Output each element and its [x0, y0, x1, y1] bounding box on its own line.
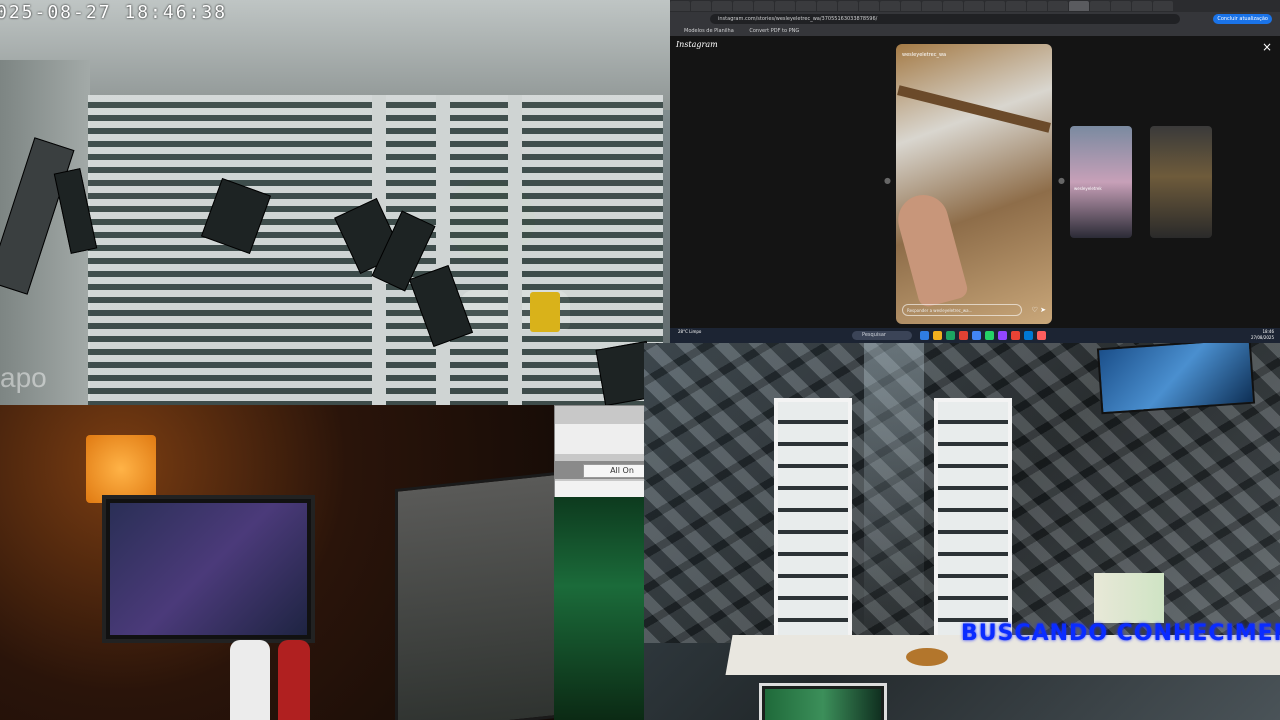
browser-tab[interactable]: [1048, 1, 1068, 11]
green-camera-feed: [554, 497, 644, 720]
app-icon[interactable]: [1024, 331, 1033, 340]
camera-watermark: apo: [0, 362, 47, 393]
instagram-story-viewer: Instagram × ● wesleyeletrec_wa Responder…: [670, 36, 1280, 328]
browser-tab[interactable]: [754, 1, 774, 11]
browser-window: instagram.com/stories/wesleyeletrec_wa/3…: [670, 0, 1280, 343]
windows-taskbar: 28°C Limpo Pesquisar 18:46 27/08/2025: [670, 328, 1280, 343]
taskbar-apps: [920, 331, 1046, 340]
chrome-icon[interactable]: [972, 331, 981, 340]
instagram-logo[interactable]: Instagram: [676, 40, 718, 49]
camera-timestamp: 025-08-27 18:46:38: [0, 2, 228, 23]
app-icon[interactable]: [998, 331, 1007, 340]
gate-post: [436, 95, 450, 405]
studio-camera-feed: BUSCANDO CONHECIMENTO: [644, 343, 1280, 720]
update-button[interactable]: Concluir atualização: [1213, 14, 1272, 24]
room-camera-feed: [0, 405, 554, 720]
hand: [896, 189, 970, 309]
browser-tab[interactable]: [943, 1, 963, 11]
laptop: [759, 683, 887, 720]
story-username[interactable]: wesleyeletrec_wa: [902, 52, 946, 58]
whatsapp-icon[interactable]: [985, 331, 994, 340]
story-thumbnail[interactable]: wesleyeletrek: [1070, 126, 1132, 238]
bottle: [278, 640, 310, 720]
laptop-screen: [765, 689, 881, 720]
address-bar[interactable]: instagram.com/stories/wesleyeletrec_wa/3…: [710, 14, 1180, 24]
story-action-icons[interactable]: ♡ ➤: [1032, 306, 1046, 314]
lamp: [86, 435, 156, 503]
next-story-icon[interactable]: ●: [1058, 176, 1065, 185]
app-icon[interactable]: [1037, 331, 1046, 340]
story-card[interactable]: wesleyeletrec_wa Responder a wesleyeletr…: [896, 44, 1052, 324]
browser-tab[interactable]: [775, 1, 795, 11]
light-beam: [864, 343, 924, 643]
gate-post: [508, 95, 522, 405]
story-thumbnail[interactable]: [1150, 126, 1212, 238]
wooden-object: [906, 648, 948, 666]
bookmark-item[interactable]: Convert PDF to PNG: [749, 28, 799, 34]
browser-tab[interactable]: [1090, 1, 1110, 11]
tab-strip[interactable]: [670, 0, 1280, 12]
second-monitor: [395, 471, 554, 720]
computer-monitor: [102, 495, 315, 643]
overlay-banner: BUSCANDO CONHECIMENTO: [961, 621, 1280, 646]
browser-tab[interactable]: [1027, 1, 1047, 11]
browser-tab[interactable]: [817, 1, 837, 11]
taskbar-clock[interactable]: 18:46 27/08/2025: [1251, 329, 1274, 341]
folder-icon[interactable]: [933, 331, 942, 340]
close-icon[interactable]: ×: [1262, 40, 1272, 54]
app-icon[interactable]: [920, 331, 929, 340]
browser-tab[interactable]: [712, 1, 732, 11]
browser-tab[interactable]: [670, 1, 690, 11]
yellow-box: [530, 292, 560, 332]
browser-tab[interactable]: [838, 1, 858, 11]
bookmarks-bar: Modelos de Planilha Convert PDF to PNG: [670, 26, 1280, 36]
browser-tab[interactable]: [796, 1, 816, 11]
browser-tab[interactable]: [1132, 1, 1152, 11]
security-camera-feed: 025-08-27 18:46:38 apo: [0, 0, 670, 405]
browser-tab[interactable]: [880, 1, 900, 11]
bookmark-item[interactable]: Modelos de Planilha: [684, 28, 734, 34]
app-icon[interactable]: [946, 331, 955, 340]
ceiling-beam: [897, 85, 1051, 133]
browser-tab[interactable]: [901, 1, 921, 11]
weather-widget[interactable]: 28°C Limpo: [678, 329, 701, 335]
browser-tab-active[interactable]: [1069, 1, 1089, 11]
tv-screen: [1096, 343, 1256, 415]
boxes: [1094, 573, 1164, 623]
browser-tab[interactable]: [964, 1, 984, 11]
browser-tab[interactable]: [985, 1, 1005, 11]
browser-tab[interactable]: [859, 1, 879, 11]
browser-tab[interactable]: [1111, 1, 1131, 11]
thumbnail-username: wesleyeletrek: [1074, 186, 1102, 191]
bottle: [230, 640, 270, 720]
clock-date: 27/08/2025: [1250, 335, 1274, 340]
monitor-screen: [110, 503, 307, 635]
reply-input[interactable]: Responder a wesleyeletrec_wa...: [902, 304, 1022, 316]
browser-tab[interactable]: [1153, 1, 1173, 11]
app-icon[interactable]: [959, 331, 968, 340]
window-shutter: [774, 398, 852, 661]
app-icon[interactable]: [1011, 331, 1020, 340]
browser-tab[interactable]: [922, 1, 942, 11]
previous-story-icon[interactable]: ●: [884, 176, 891, 185]
browser-tab[interactable]: [733, 1, 753, 11]
browser-tab[interactable]: [1006, 1, 1026, 11]
browser-tab[interactable]: [691, 1, 711, 11]
taskbar-search[interactable]: Pesquisar: [852, 331, 912, 340]
